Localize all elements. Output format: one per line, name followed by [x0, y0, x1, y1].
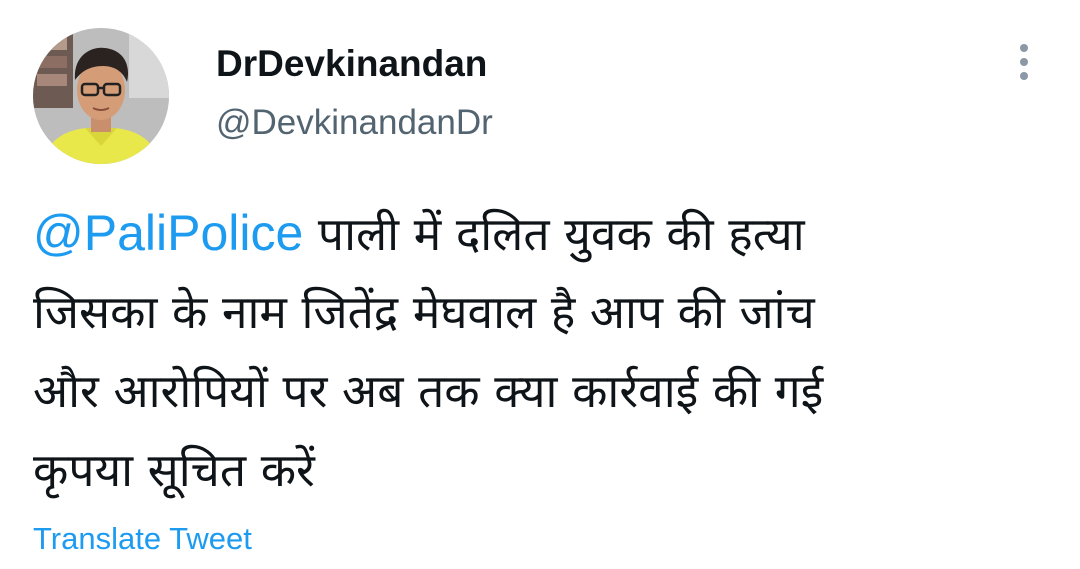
- more-vertical-icon-dot: [1020, 58, 1028, 66]
- tweet-line-1: @PaliPolice पाली में दलित युवक की हत्या: [33, 194, 1043, 273]
- tweet-card[interactable]: DrDevkinandan @DevkinandanDr @PaliPolice…: [0, 0, 1080, 569]
- tweet-line-2: जिसका के नाम जितेंद्र मेघवाल है आप की जा…: [33, 285, 815, 339]
- more-vertical-icon-dot: [1020, 72, 1028, 80]
- author-display-name[interactable]: DrDevkinandan: [216, 42, 487, 86]
- mention-link[interactable]: @PaliPolice: [33, 205, 303, 261]
- avatar-photo: [33, 28, 169, 164]
- more-options-button[interactable]: [1008, 40, 1040, 84]
- translate-tweet-link[interactable]: Translate Tweet: [33, 520, 252, 558]
- author-handle[interactable]: @DevkinandanDr: [216, 102, 493, 144]
- more-vertical-icon: [1020, 44, 1028, 52]
- tweet-text-segment: पाली में दलित युवक की हत्या: [303, 207, 805, 261]
- author-avatar[interactable]: [33, 28, 169, 164]
- tweet-body: @PaliPolice पाली में दलित युवक की हत्या …: [33, 194, 1043, 510]
- tweet-line-3: और आरोपियों पर अब तक क्या कार्रवाई की गई: [33, 364, 824, 418]
- tweet-line-4: कृपया सूचित करें: [33, 443, 315, 497]
